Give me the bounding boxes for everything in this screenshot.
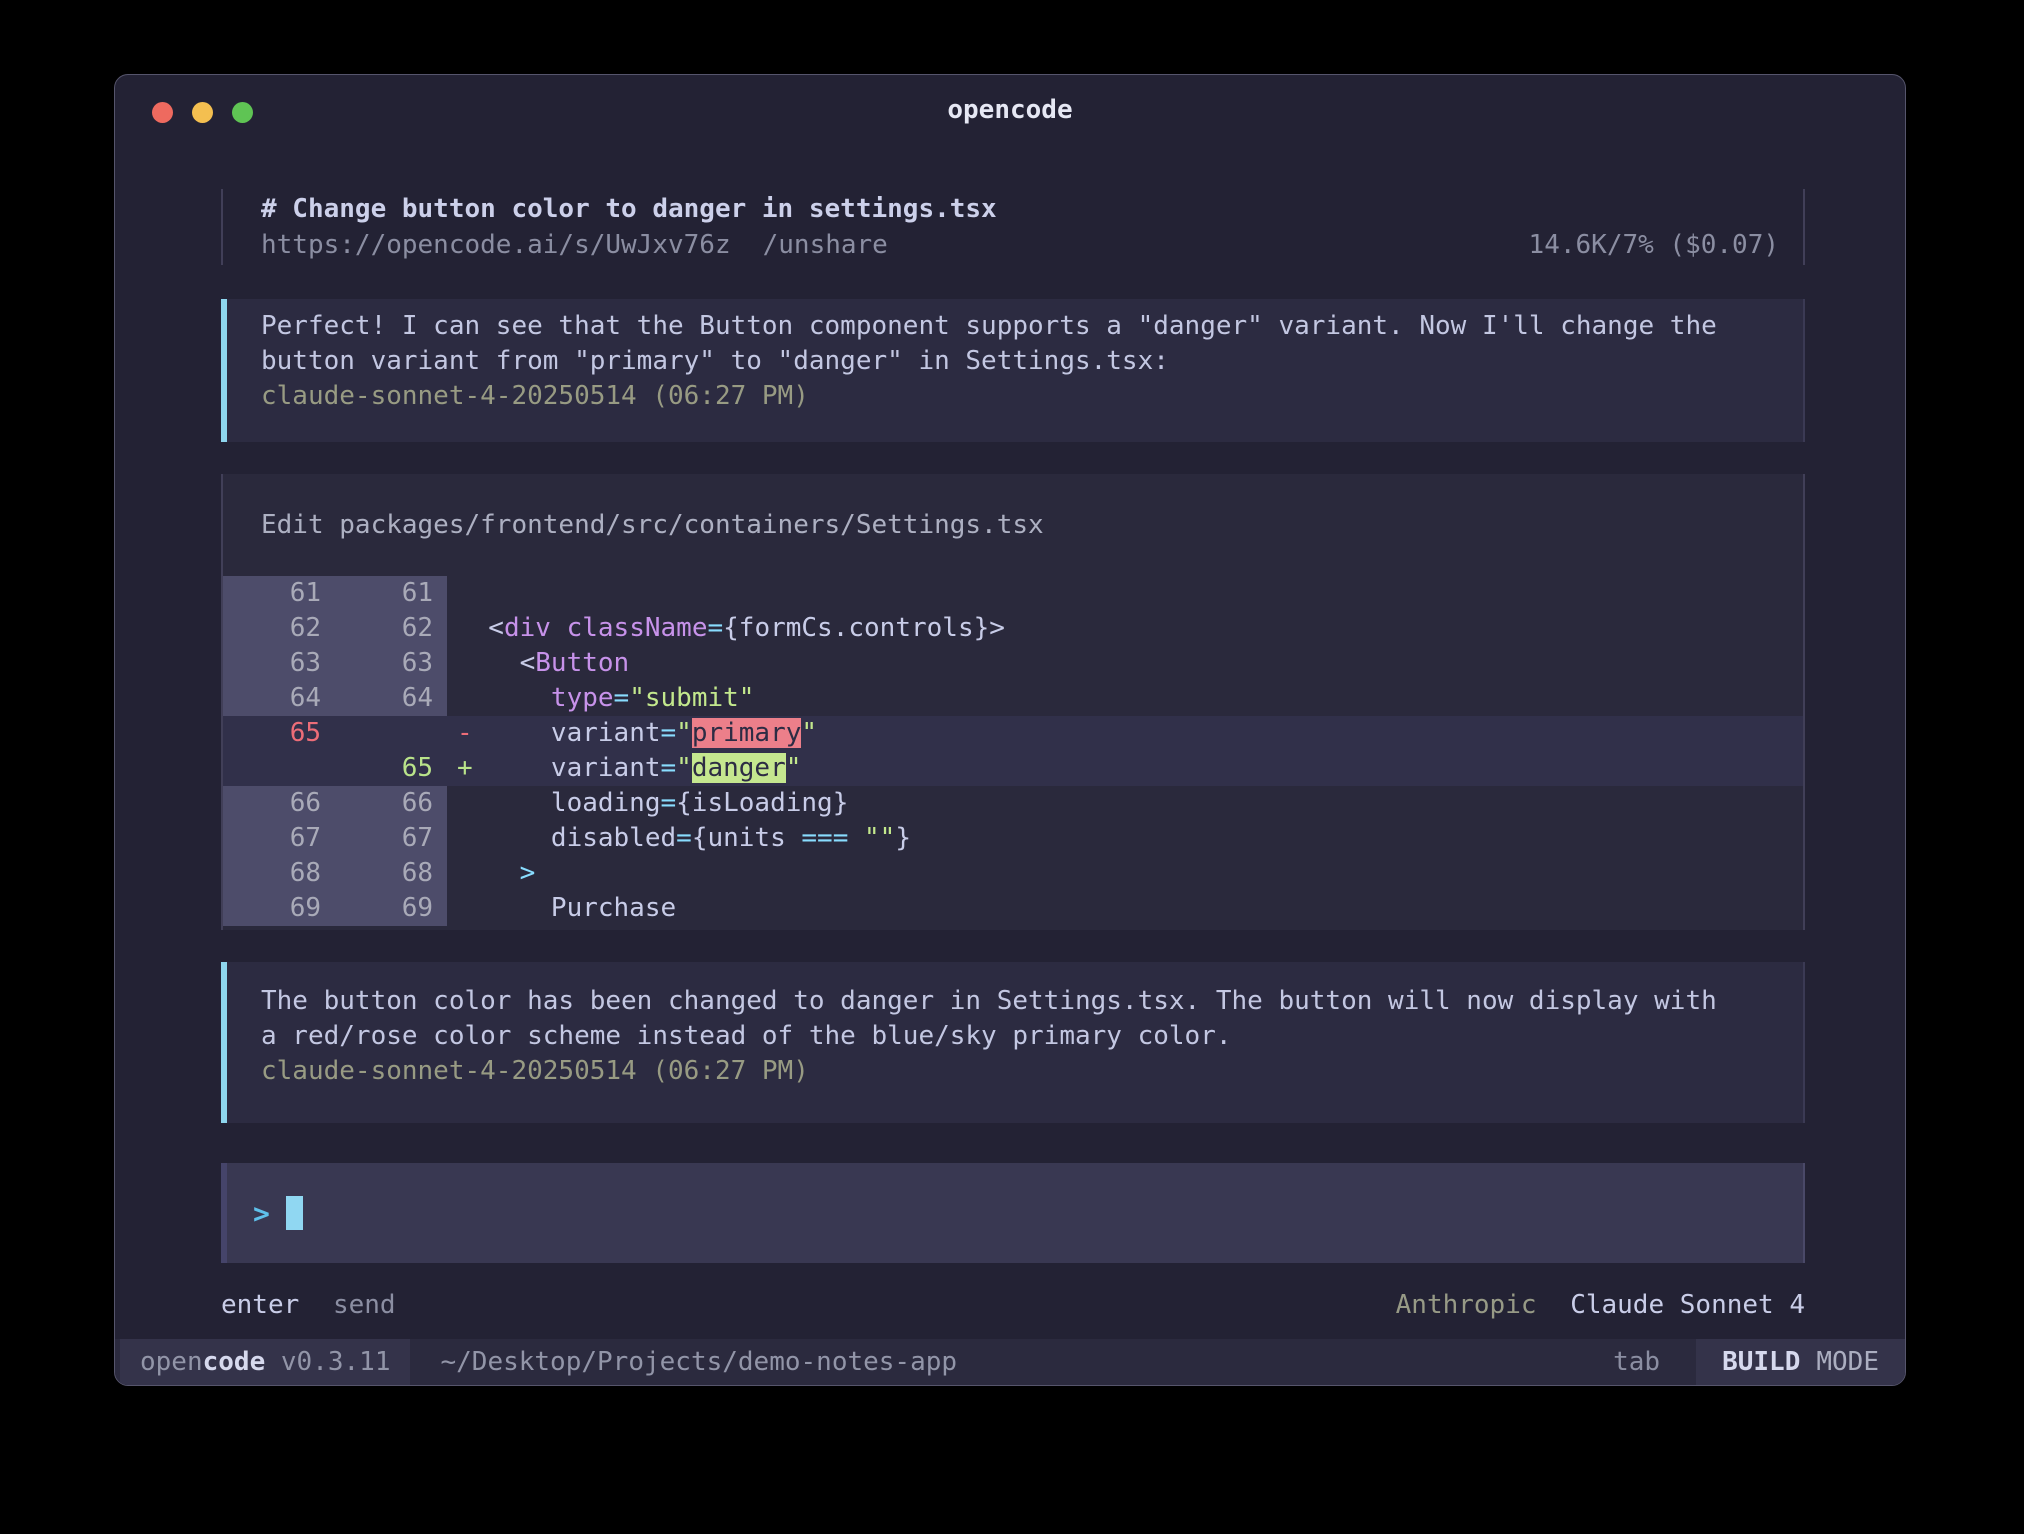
diff-row: 65+ variant="danger": [223, 751, 1803, 786]
prompt-input[interactable]: >: [221, 1163, 1805, 1263]
model-label: Claude Sonnet 4: [1570, 1290, 1805, 1320]
mode-indicator: BUILD MODE: [1696, 1339, 1905, 1385]
hint-row: enter send Anthropic Claude Sonnet 4: [221, 1287, 1805, 1323]
unshare-command[interactable]: /unshare: [763, 227, 888, 263]
diff-row: 6666 loading={isLoading}: [223, 786, 1803, 821]
traffic-lights: [152, 102, 253, 123]
prompt-symbol: >: [253, 1197, 270, 1230]
status-bar: opencode v0.3.11 ~/Desktop/Projects/demo…: [115, 1339, 1905, 1385]
diff-row: 6969 Purchase: [223, 891, 1803, 926]
mode-secondary: MODE: [1816, 1347, 1879, 1377]
assistant-message: Perfect! I can see that the Button compo…: [221, 299, 1805, 442]
close-button[interactable]: [152, 102, 173, 123]
window-title: opencode: [947, 95, 1072, 125]
send-label: send: [333, 1290, 396, 1320]
mode-primary: BUILD: [1722, 1347, 1800, 1377]
minimize-button[interactable]: [192, 102, 213, 123]
diff-row: 6464 type="submit": [223, 681, 1803, 716]
message-text: The button color has been changed to dan…: [261, 984, 1779, 1054]
terminal-window: opencode # Change button color to danger…: [114, 74, 1906, 1386]
session-header: # Change button color to danger in setti…: [221, 189, 1805, 265]
diff-view: 61616262 <div className={formCs.controls…: [223, 576, 1803, 926]
app-version: v0.3.11: [265, 1347, 390, 1377]
diff-row: 6161: [223, 576, 1803, 611]
assistant-message: The button color has been changed to dan…: [221, 962, 1805, 1123]
app-version-chip: opencode v0.3.11: [120, 1339, 410, 1385]
text-cursor: [286, 1196, 303, 1230]
maximize-button[interactable]: [232, 102, 253, 123]
app-name-code: code: [203, 1347, 266, 1377]
edit-file-path: Edit packages/frontend/src/containers/Se…: [223, 474, 1803, 576]
working-directory: ~/Desktop/Projects/demo-notes-app: [440, 1339, 957, 1385]
titlebar[interactable]: opencode: [115, 75, 1905, 145]
session-title: # Change button color to danger in setti…: [261, 191, 1779, 227]
mode-switch-key-hint[interactable]: tab: [1613, 1339, 1660, 1385]
diff-row: 6868 >: [223, 856, 1803, 891]
message-text: Perfect! I can see that the Button compo…: [261, 309, 1779, 379]
share-url[interactable]: https://opencode.ai/s/UwJxv76z: [261, 227, 731, 263]
context-stats: 14.6K/7% ($0.07): [1529, 227, 1779, 263]
diff-row: 6363 <Button: [223, 646, 1803, 681]
provider-label: Anthropic: [1396, 1290, 1537, 1320]
diff-row: 65- variant="primary": [223, 716, 1803, 751]
enter-key-hint: enter: [221, 1290, 299, 1320]
model-info: claude-sonnet-4-20250514 (06:27 PM): [261, 379, 1779, 414]
diff-row: 6262 <div className={formCs.controls}>: [223, 611, 1803, 646]
model-info: claude-sonnet-4-20250514 (06:27 PM): [261, 1054, 1779, 1089]
diff-row: 6767 disabled={units === ""}: [223, 821, 1803, 856]
edit-tool-card: Edit packages/frontend/src/containers/Se…: [221, 474, 1805, 930]
session-content: # Change button color to danger in setti…: [115, 145, 1905, 1339]
app-name-open: open: [140, 1347, 203, 1377]
